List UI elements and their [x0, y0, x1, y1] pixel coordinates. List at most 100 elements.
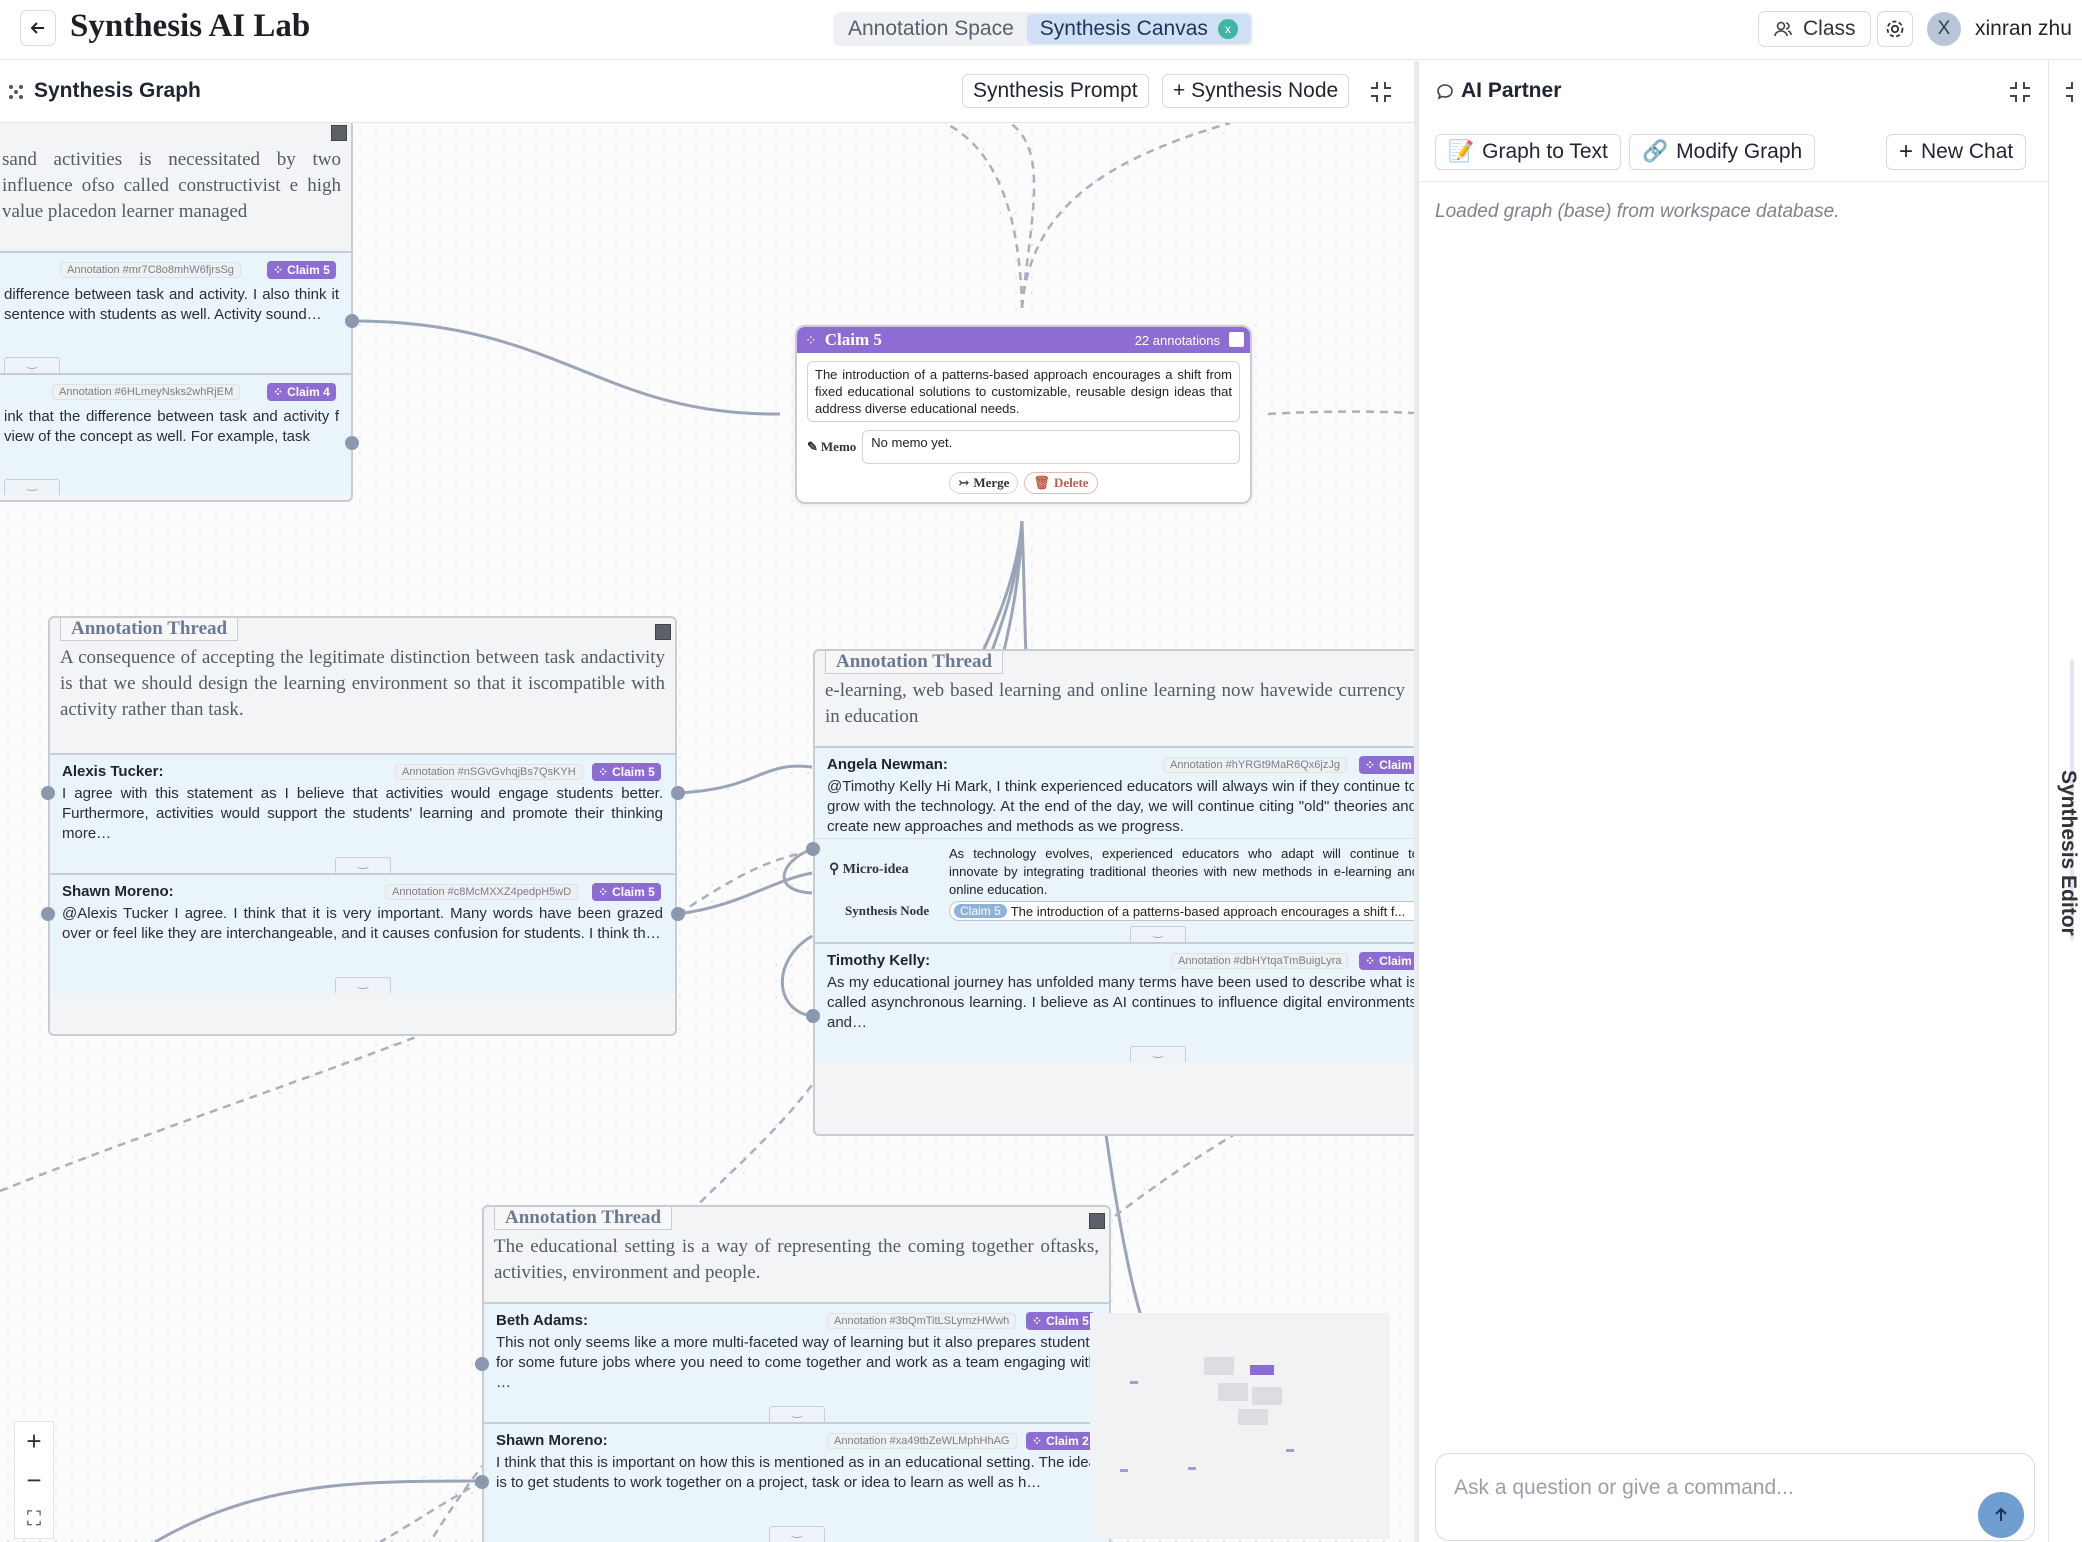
micro-idea-row[interactable]: ⚲ Micro-idea As technology evolves, expe… [815, 838, 1414, 897]
minimap-node [1250, 1365, 1274, 1375]
minimap[interactable] [1090, 1313, 1390, 1539]
annotation-card[interactable]: Beth Adams: Annotation #3bQmTitLSLymzHWw… [484, 1302, 1109, 1422]
claim-header: ⁘ Claim 5 22 annotations [797, 327, 1250, 353]
annotation-card[interactable]: Annotation #mr7C8o8mhW6fjrsSg ⁘ Claim 5 d… [0, 251, 351, 373]
expand-toggle[interactable] [4, 357, 60, 373]
collapse-toggle[interactable] [1130, 926, 1186, 942]
micro-idea-label: ⚲ Micro-idea [829, 861, 909, 878]
synthesis-node-chip[interactable]: Claim 5 The introduction of a patterns-ba… [949, 901, 1414, 921]
edge-handle[interactable] [671, 786, 685, 800]
annotation-card[interactable]: Shawn Moreno: Annotation #c8McMXXZ4pedpH… [50, 873, 675, 993]
send-button[interactable] [1978, 1492, 2024, 1538]
delete-button-label: Delete [1053, 475, 1089, 490]
edge-handle[interactable] [475, 1475, 489, 1489]
claim-text[interactable]: The introduction of a patterns-based app… [807, 361, 1240, 422]
tab-annotation-space[interactable]: Annotation Space [835, 14, 1027, 44]
expand-toggle[interactable] [768, 1406, 825, 1422]
add-synthesis-node-button[interactable]: + Synthesis Node [1162, 74, 1350, 108]
back-button[interactable] [20, 10, 56, 46]
class-button[interactable]: Class [1758, 11, 1871, 47]
annotation-card[interactable]: Alexis Tucker: Annotation #nSGvGvhqjBs7Q… [50, 753, 675, 873]
graph-to-text-button[interactable]: 📝 Graph to Text [1435, 134, 1621, 170]
annotation-card[interactable]: Angela Newman: Annotation #hYRGt9MaR6Qx6… [815, 746, 1414, 838]
expand-toggle[interactable] [334, 977, 391, 993]
claim-tag[interactable]: ⁘ Claim 5 [267, 261, 336, 279]
edit-icon: ✎ [807, 439, 818, 454]
edge-handle[interactable] [806, 842, 820, 856]
memo-row: ✎ Memo No memo yet. [807, 430, 1240, 464]
edge-handle[interactable] [671, 907, 685, 921]
close-tab-icon[interactable]: x [1217, 19, 1238, 39]
delete-button[interactable]: 🗑 Delete [1024, 472, 1098, 494]
memo-label: ✎ Memo [807, 439, 856, 455]
annotation-thread-left[interactable]: Annotation Thread A consequence of accep… [48, 616, 677, 1036]
annotation-card[interactable]: Annotation #6HLmeyNsks2whRjEM ⁘ Claim 4 i… [0, 373, 351, 495]
minimap-node [1130, 1381, 1138, 1384]
claim-tag[interactable]: ⁘ Claim 4 [267, 383, 336, 401]
zoom-out-button[interactable]: − [15, 1461, 53, 1500]
thread-label: Annotation Thread [825, 651, 1004, 674]
thread-label: Annotation Thread [494, 1207, 673, 1230]
annotation-body: As my educational journey has unfolded m… [827, 974, 1414, 1031]
thread-select-checkbox[interactable] [1089, 1213, 1105, 1229]
edge-handle[interactable] [345, 314, 359, 328]
synthesis-editor-label[interactable]: Synthesis Editor [2056, 770, 2080, 936]
edge-handle[interactable] [345, 436, 359, 450]
claim-tag-label: Claim 5 [287, 263, 330, 277]
synthesis-graph-panel: Synthesis Graph Synthesis Prompt + Synth… [0, 61, 1414, 1542]
collapse-icon[interactable] [1368, 79, 1394, 105]
fit-view-button[interactable]: ⛶ [15, 1500, 53, 1539]
edge-handle[interactable] [41, 907, 55, 921]
annotation-id: Annotation #6HLmeyNsks2whRjEM [52, 384, 241, 400]
merge-button[interactable]: ↣ Merge [949, 472, 1019, 494]
settings-button[interactable] [1877, 11, 1913, 47]
claim-node[interactable]: ⁘ Claim 5 22 annotations The introductio… [795, 325, 1252, 504]
minimap-node [1252, 1387, 1282, 1405]
claim-tag[interactable]: ⁘ Claim 2 [1026, 1432, 1095, 1450]
expand-toggle[interactable] [334, 857, 391, 873]
annotation-thread-bottom[interactable]: Annotation Thread The educational settin… [482, 1205, 1111, 1542]
claim-tag[interactable]: ⁘ Claim [1359, 756, 1414, 774]
claim-tag[interactable]: ⁘ Claim 5 [592, 883, 661, 901]
collapse-icon[interactable] [2007, 79, 2033, 105]
expand-toggle[interactable] [4, 479, 60, 495]
thread-select-checkbox[interactable] [331, 125, 347, 141]
annotation-body: I agree with this statement as I believe… [62, 785, 663, 842]
system-message: Loaded graph (base) from workspace datab… [1435, 201, 1840, 222]
modify-graph-button[interactable]: 🔗 Modify Graph [1629, 134, 1816, 170]
annotation-id: Annotation #c8McMXXZ4pedpH5wD [385, 884, 579, 900]
thread-text: e-learning, web based learning and onlin… [825, 680, 1405, 727]
avatar[interactable]: X [1927, 12, 1961, 46]
chat-input[interactable]: Ask a question or give a command... [1435, 1453, 2035, 1541]
claim-tag-label: Claim 5 [612, 765, 655, 779]
claim-tag[interactable]: ⁘ Claim 5 [592, 763, 661, 781]
synthesis-node-row[interactable]: Synthesis Node Claim 5 The introduction o… [815, 896, 1414, 924]
new-chat-button[interactable]: + New Chat [1886, 134, 2027, 170]
annotation-thread-top[interactable]: sand activities is necessitated by two i… [0, 119, 353, 502]
tab-synthesis-canvas[interactable]: Synthesis Canvas x [1026, 14, 1251, 44]
claim-tag-label: Claim 5 [1046, 1314, 1089, 1328]
thread-text: The educational setting is a way of repr… [494, 1236, 1099, 1283]
edge-handle[interactable] [475, 1357, 489, 1371]
annotation-card[interactable]: Shawn Moreno: Annotation #xa49tbZeWLMphH… [484, 1422, 1109, 1542]
synthesis-prompt-button[interactable]: Synthesis Prompt [962, 74, 1149, 108]
ai-partner-panel: AI Partner 📝 Graph to Text 🔗 Modify Graph … [1418, 61, 2049, 1542]
expand-toggle[interactable] [768, 1526, 825, 1542]
zoom-in-button[interactable]: + [15, 1422, 53, 1461]
annotation-thread-right[interactable]: Annotation Thread e-learning, web based … [813, 649, 1414, 1136]
claim-tag-icon: ⁘ [273, 263, 284, 277]
annotation-id: Annotation #hYRGt9MaR6Qx6jzJg [1163, 757, 1347, 773]
edge-handle[interactable] [41, 786, 55, 800]
annotation-body: ink that the difference between task and… [4, 408, 339, 445]
graph-header: Synthesis Graph Synthesis Prompt + Synth… [0, 61, 1414, 123]
thread-select-checkbox[interactable] [655, 624, 671, 640]
claim-select-checkbox[interactable] [1229, 332, 1244, 347]
merge-icon: ↣ [958, 475, 970, 490]
expand-toggle[interactable] [1130, 1046, 1186, 1062]
claim-tag[interactable]: ⁘ Claim 5 [1026, 1312, 1095, 1330]
claim-tag[interactable]: ⁘ Claim [1359, 952, 1414, 970]
edge-handle[interactable] [806, 1009, 820, 1023]
annotation-card[interactable]: Timothy Kelly: Annotation #dbHYtqaTmBuig… [815, 942, 1414, 1062]
memo-input[interactable]: No memo yet. [862, 430, 1240, 464]
expand-icon[interactable] [2063, 79, 2082, 105]
